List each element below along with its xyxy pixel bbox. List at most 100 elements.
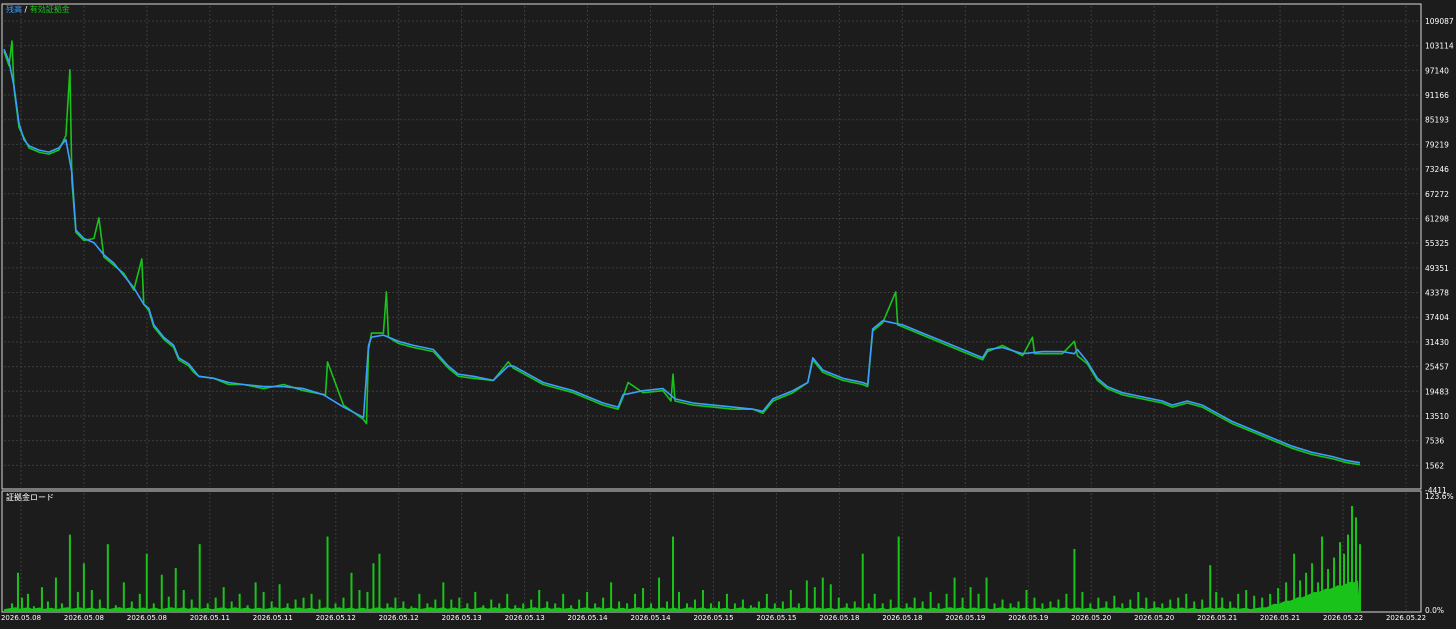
- margin-load-bar: [174, 568, 177, 611]
- legend-separator: /: [22, 5, 30, 14]
- margin-load-bar: [378, 553, 381, 611]
- margin-load-bar: [953, 577, 956, 611]
- x-tick-label: 2026.05.13: [505, 614, 545, 622]
- y-tick-label: 19483: [1425, 387, 1449, 396]
- margin-load-bar: [358, 589, 361, 611]
- margin-load-bar: [929, 591, 932, 611]
- x-tick-label: 2026.05.11: [190, 614, 230, 622]
- margin-load-bar: [538, 589, 541, 611]
- x-tick-label: 2026.05.18: [882, 614, 922, 622]
- margin-load-bar: [1185, 593, 1188, 611]
- margin-load-bar: [1215, 591, 1218, 611]
- y-tick-label: 43378: [1425, 289, 1449, 298]
- y-tick-label: 91166: [1425, 91, 1449, 100]
- margin-load-bar: [642, 588, 645, 611]
- margin-load-bar: [897, 536, 900, 611]
- y-tick-label: 73246: [1425, 165, 1449, 174]
- lower-legend: 証拠金ロード: [6, 492, 54, 502]
- y-tick-label: 1562: [1425, 461, 1444, 470]
- x-tick-label: 2026.05.12: [316, 614, 356, 622]
- margin-load-bar: [672, 536, 675, 611]
- y-tick-label: 79219: [1425, 140, 1449, 149]
- margin-load-bar: [610, 582, 613, 611]
- margin-load-bar: [262, 591, 265, 611]
- margin-load-bar: [1137, 591, 1140, 611]
- legend-equity-text: 有効証拠金: [30, 4, 70, 14]
- margin-load-bar: [969, 587, 972, 611]
- margin-load-bar: [562, 593, 565, 611]
- y-tick-label: 13510: [1425, 412, 1449, 421]
- margin-load-bar: [372, 563, 375, 611]
- margin-load-bar: [474, 591, 477, 611]
- margin-load-bar: [160, 574, 163, 611]
- margin-load-bar: [678, 591, 681, 611]
- x-tick-label: 2026.05.11: [253, 614, 293, 622]
- margin-load-bar: [68, 534, 71, 611]
- margin-load-bar: [1081, 591, 1084, 611]
- y-tick-label: 103114: [1425, 42, 1454, 51]
- y-tick-label: 49351: [1425, 264, 1449, 273]
- margin-load-bar: [82, 563, 85, 611]
- margin-load-bar: [442, 582, 445, 611]
- margin-load-bar: [198, 544, 201, 611]
- margin-load-bar: [658, 577, 661, 611]
- y-tick-label: 31430: [1425, 338, 1449, 347]
- margin-load-bar: [418, 593, 421, 611]
- y-tick-label: 109087: [1425, 17, 1454, 26]
- margin-load-bar: [16, 572, 19, 611]
- x-tick-label: 2026.05.13: [442, 614, 482, 622]
- margin-load-bar: [278, 584, 281, 611]
- margin-load-bar: [805, 580, 808, 611]
- margin-load-bar: [873, 593, 876, 611]
- margin-load-bar: [326, 536, 329, 611]
- margin-load-bar: [122, 582, 125, 611]
- margin-load-bar: [54, 577, 57, 611]
- margin-load-bar: [1209, 565, 1212, 611]
- x-axis: 2026.05.08 2026.05.08 2026.05.08 2026.05.11…: [1, 614, 1426, 622]
- y-tick-label: 7536: [1425, 437, 1444, 446]
- y-tick-label: 25457: [1425, 363, 1449, 372]
- lower-y-tick-label: 123.6%: [1425, 492, 1454, 501]
- margin-load-bar: [861, 553, 864, 611]
- legend-margin-load-label: 証拠金ロード: [6, 492, 54, 502]
- margin-load-bar: [106, 544, 109, 611]
- margin-load-bar: [977, 593, 980, 611]
- margin-load-bar: [813, 587, 816, 611]
- x-tick-label: 2026.05.18: [819, 614, 859, 622]
- x-tick-label: 2026.05.15: [756, 614, 796, 622]
- margin-load-bar: [821, 577, 824, 611]
- x-tick-label: 2026.05.08: [127, 614, 167, 622]
- x-tick-label: 2026.05.21: [1260, 614, 1300, 622]
- x-tick-label: 2026.05.08: [1, 614, 41, 622]
- lower-y-tick-label: 0.0%: [1425, 606, 1444, 615]
- x-tick-label: 2026.05.12: [379, 614, 419, 622]
- y-tick-label: 67272: [1425, 190, 1449, 199]
- x-tick-label: 2026.05.21: [1197, 614, 1237, 622]
- chart-canvas: 109087 103114 97140 91166 85193 79219 73246 672…: [0, 0, 1456, 625]
- y-tick-label: 37404: [1425, 313, 1449, 322]
- x-tick-label: 2026.05.20: [1134, 614, 1174, 622]
- margin-load-bar: [985, 577, 988, 611]
- legend-balance-label: 残高 / 有効証拠金: [6, 4, 70, 14]
- legend-balance-text: 残高: [6, 4, 22, 14]
- margin-load-bar: [145, 553, 148, 611]
- x-tick-label: 2026.05.14: [568, 614, 609, 622]
- y-tick-label: 61298: [1425, 214, 1449, 223]
- margin-load-bar: [350, 572, 353, 611]
- margin-load-bar: [829, 584, 832, 611]
- x-tick-label: 2026.05.22: [1323, 614, 1363, 622]
- x-tick-label: 2026.05.19: [1008, 614, 1048, 622]
- margin-load-bar: [1237, 593, 1240, 611]
- account-history-chart: 109087 103114 97140 91166 85193 79219 73246 672…: [0, 0, 1456, 625]
- chart-background: [0, 0, 1456, 625]
- margin-load-bar: [238, 593, 241, 611]
- upper-legend: 残高 / 有効証拠金: [6, 4, 70, 14]
- margin-load-bar: [40, 587, 43, 611]
- x-tick-label: 2026.05.19: [945, 614, 985, 622]
- y-tick-label: 97140: [1425, 66, 1449, 75]
- margin-load-bar: [366, 591, 369, 611]
- margin-load-bar: [1073, 548, 1076, 611]
- x-tick-label: 2026.05.14: [630, 614, 671, 622]
- y-tick-label: 85193: [1425, 116, 1449, 125]
- x-tick-label: 2026.05.08: [64, 614, 104, 622]
